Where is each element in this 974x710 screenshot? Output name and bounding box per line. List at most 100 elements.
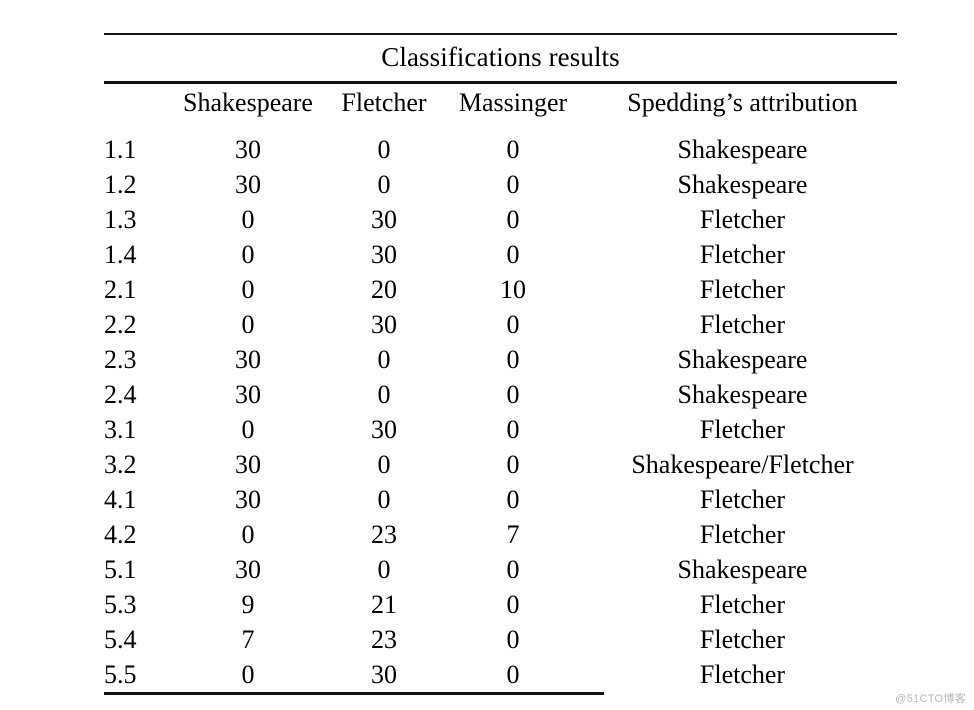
cell-massinger: 0: [506, 590, 520, 619]
row-label: 5.3: [104, 590, 137, 619]
row-label: 3.2: [104, 450, 137, 479]
row-label: 2.3: [104, 345, 137, 374]
cell-attribution: Fletcher: [699, 205, 786, 234]
cell-shakespeare: 30: [235, 485, 261, 514]
row-label: 1.2: [104, 170, 137, 199]
cell-fletcher: 0: [377, 450, 391, 479]
cell-attribution: Shakespeare: [677, 345, 808, 374]
cell-attribution: Shakespeare: [677, 380, 808, 409]
cell-massinger: 0: [506, 345, 520, 374]
cell-fletcher: 23: [371, 625, 397, 654]
results-table-block: Classifications results Shakespeare Flet…: [104, 33, 897, 695]
table-row: 5.1 30 0 0 Shakespeare: [104, 552, 897, 587]
cell-attribution: Fletcher: [699, 415, 786, 444]
cell-shakespeare: 0: [241, 660, 255, 689]
table-row: 4.2 0 23 7 Fletcher: [104, 517, 897, 552]
cell-massinger: 0: [506, 485, 520, 514]
table-row: 1.4 0 30 0 Fletcher: [104, 237, 897, 272]
column-header-massinger: Massinger: [458, 88, 568, 117]
cell-shakespeare: 0: [241, 275, 255, 304]
column-header-attribution: Spedding’s attribution: [627, 88, 858, 117]
cell-shakespeare: 30: [235, 135, 261, 164]
table-header-row: Shakespeare Fletcher Massinger Spedding’…: [104, 84, 897, 132]
cell-fletcher: 20: [371, 275, 397, 304]
cell-shakespeare: 0: [241, 520, 255, 549]
column-header-shakespeare: Shakespeare: [183, 88, 313, 117]
cell-shakespeare: 0: [241, 205, 255, 234]
cell-shakespeare: 0: [241, 310, 255, 339]
cell-attribution: Fletcher: [699, 485, 786, 514]
cell-shakespeare: 9: [241, 590, 255, 619]
cell-attribution: Fletcher: [699, 310, 786, 339]
cell-massinger: 0: [506, 415, 520, 444]
cell-attribution: Fletcher: [699, 660, 786, 689]
row-label: 2.4: [104, 380, 137, 409]
cell-fletcher: 0: [377, 380, 391, 409]
row-label: 1.3: [104, 205, 137, 234]
row-label: 1.4: [104, 240, 137, 269]
table-row: 5.5 0 30 0 Fletcher: [104, 657, 897, 692]
table-row: 3.1 0 30 0 Fletcher: [104, 412, 897, 447]
table-row: 4.1 30 0 0 Fletcher: [104, 482, 897, 517]
cell-massinger: 0: [506, 205, 520, 234]
table-row: 2.1 0 20 10 Fletcher: [104, 272, 897, 307]
cell-attribution: Shakespeare: [677, 555, 808, 584]
cell-attribution: Fletcher: [699, 275, 786, 304]
cell-massinger: 0: [506, 310, 520, 339]
cell-fletcher: 0: [377, 345, 391, 374]
cell-shakespeare: 30: [235, 345, 261, 374]
results-table: Shakespeare Fletcher Massinger Spedding’…: [104, 84, 897, 692]
column-header-id: [104, 84, 166, 132]
table-title: Classifications results: [381, 42, 620, 72]
cell-attribution: Fletcher: [699, 590, 786, 619]
cell-shakespeare: 30: [235, 380, 261, 409]
watermark: @51CTO博客: [895, 693, 966, 705]
table-row: 1.2 30 0 0 Shakespeare: [104, 167, 897, 202]
cell-massinger: 0: [506, 240, 520, 269]
cell-fletcher: 21: [371, 590, 397, 619]
cell-shakespeare: 30: [235, 450, 261, 479]
table-row: 5.3 9 21 0 Fletcher: [104, 587, 897, 622]
row-label: 3.1: [104, 415, 137, 444]
table-row: 2.3 30 0 0 Shakespeare: [104, 342, 897, 377]
cell-attribution: Fletcher: [699, 520, 786, 549]
cell-massinger: 0: [506, 555, 520, 584]
row-label: 5.1: [104, 555, 137, 584]
cell-attribution: Shakespeare: [677, 135, 808, 164]
cell-shakespeare: 0: [241, 240, 255, 269]
cell-shakespeare: 0: [241, 415, 255, 444]
cell-massinger: 0: [506, 135, 520, 164]
cell-shakespeare: 30: [235, 555, 261, 584]
page-canvas: Classifications results Shakespeare Flet…: [0, 0, 974, 710]
cell-massinger: 0: [506, 170, 520, 199]
table-rule-bottom: [104, 692, 604, 695]
row-label: 4.2: [104, 520, 137, 549]
cell-fletcher: 0: [377, 170, 391, 199]
row-label: 2.2: [104, 310, 137, 339]
cell-fletcher: 0: [377, 555, 391, 584]
cell-massinger: 0: [506, 625, 520, 654]
table-header: Shakespeare Fletcher Massinger Spedding’…: [104, 84, 897, 132]
cell-fletcher: 30: [371, 310, 397, 339]
table-row: 5.4 7 23 0 Fletcher: [104, 622, 897, 657]
row-label: 5.5: [104, 660, 137, 689]
table-row: 3.2 30 0 0 Shakespeare/Fletcher: [104, 447, 897, 482]
cell-massinger: 0: [506, 380, 520, 409]
cell-fletcher: 30: [371, 660, 397, 689]
cell-fletcher: 30: [371, 205, 397, 234]
row-label: 5.4: [104, 625, 137, 654]
cell-fletcher: 0: [377, 485, 391, 514]
cell-shakespeare: 30: [235, 170, 261, 199]
cell-massinger: 7: [506, 520, 520, 549]
cell-attribution: Shakespeare/Fletcher: [631, 450, 854, 479]
cell-massinger: 0: [506, 450, 520, 479]
cell-attribution: Fletcher: [699, 240, 786, 269]
cell-shakespeare: 7: [241, 625, 255, 654]
cell-massinger: 10: [500, 275, 526, 304]
table-row: 2.4 30 0 0 Shakespeare: [104, 377, 897, 412]
cell-fletcher: 23: [371, 520, 397, 549]
row-label: 4.1: [104, 485, 137, 514]
table-row: 1.1 30 0 0 Shakespeare: [104, 132, 897, 167]
column-header-fletcher: Fletcher: [341, 88, 427, 117]
cell-attribution: Fletcher: [699, 625, 786, 654]
